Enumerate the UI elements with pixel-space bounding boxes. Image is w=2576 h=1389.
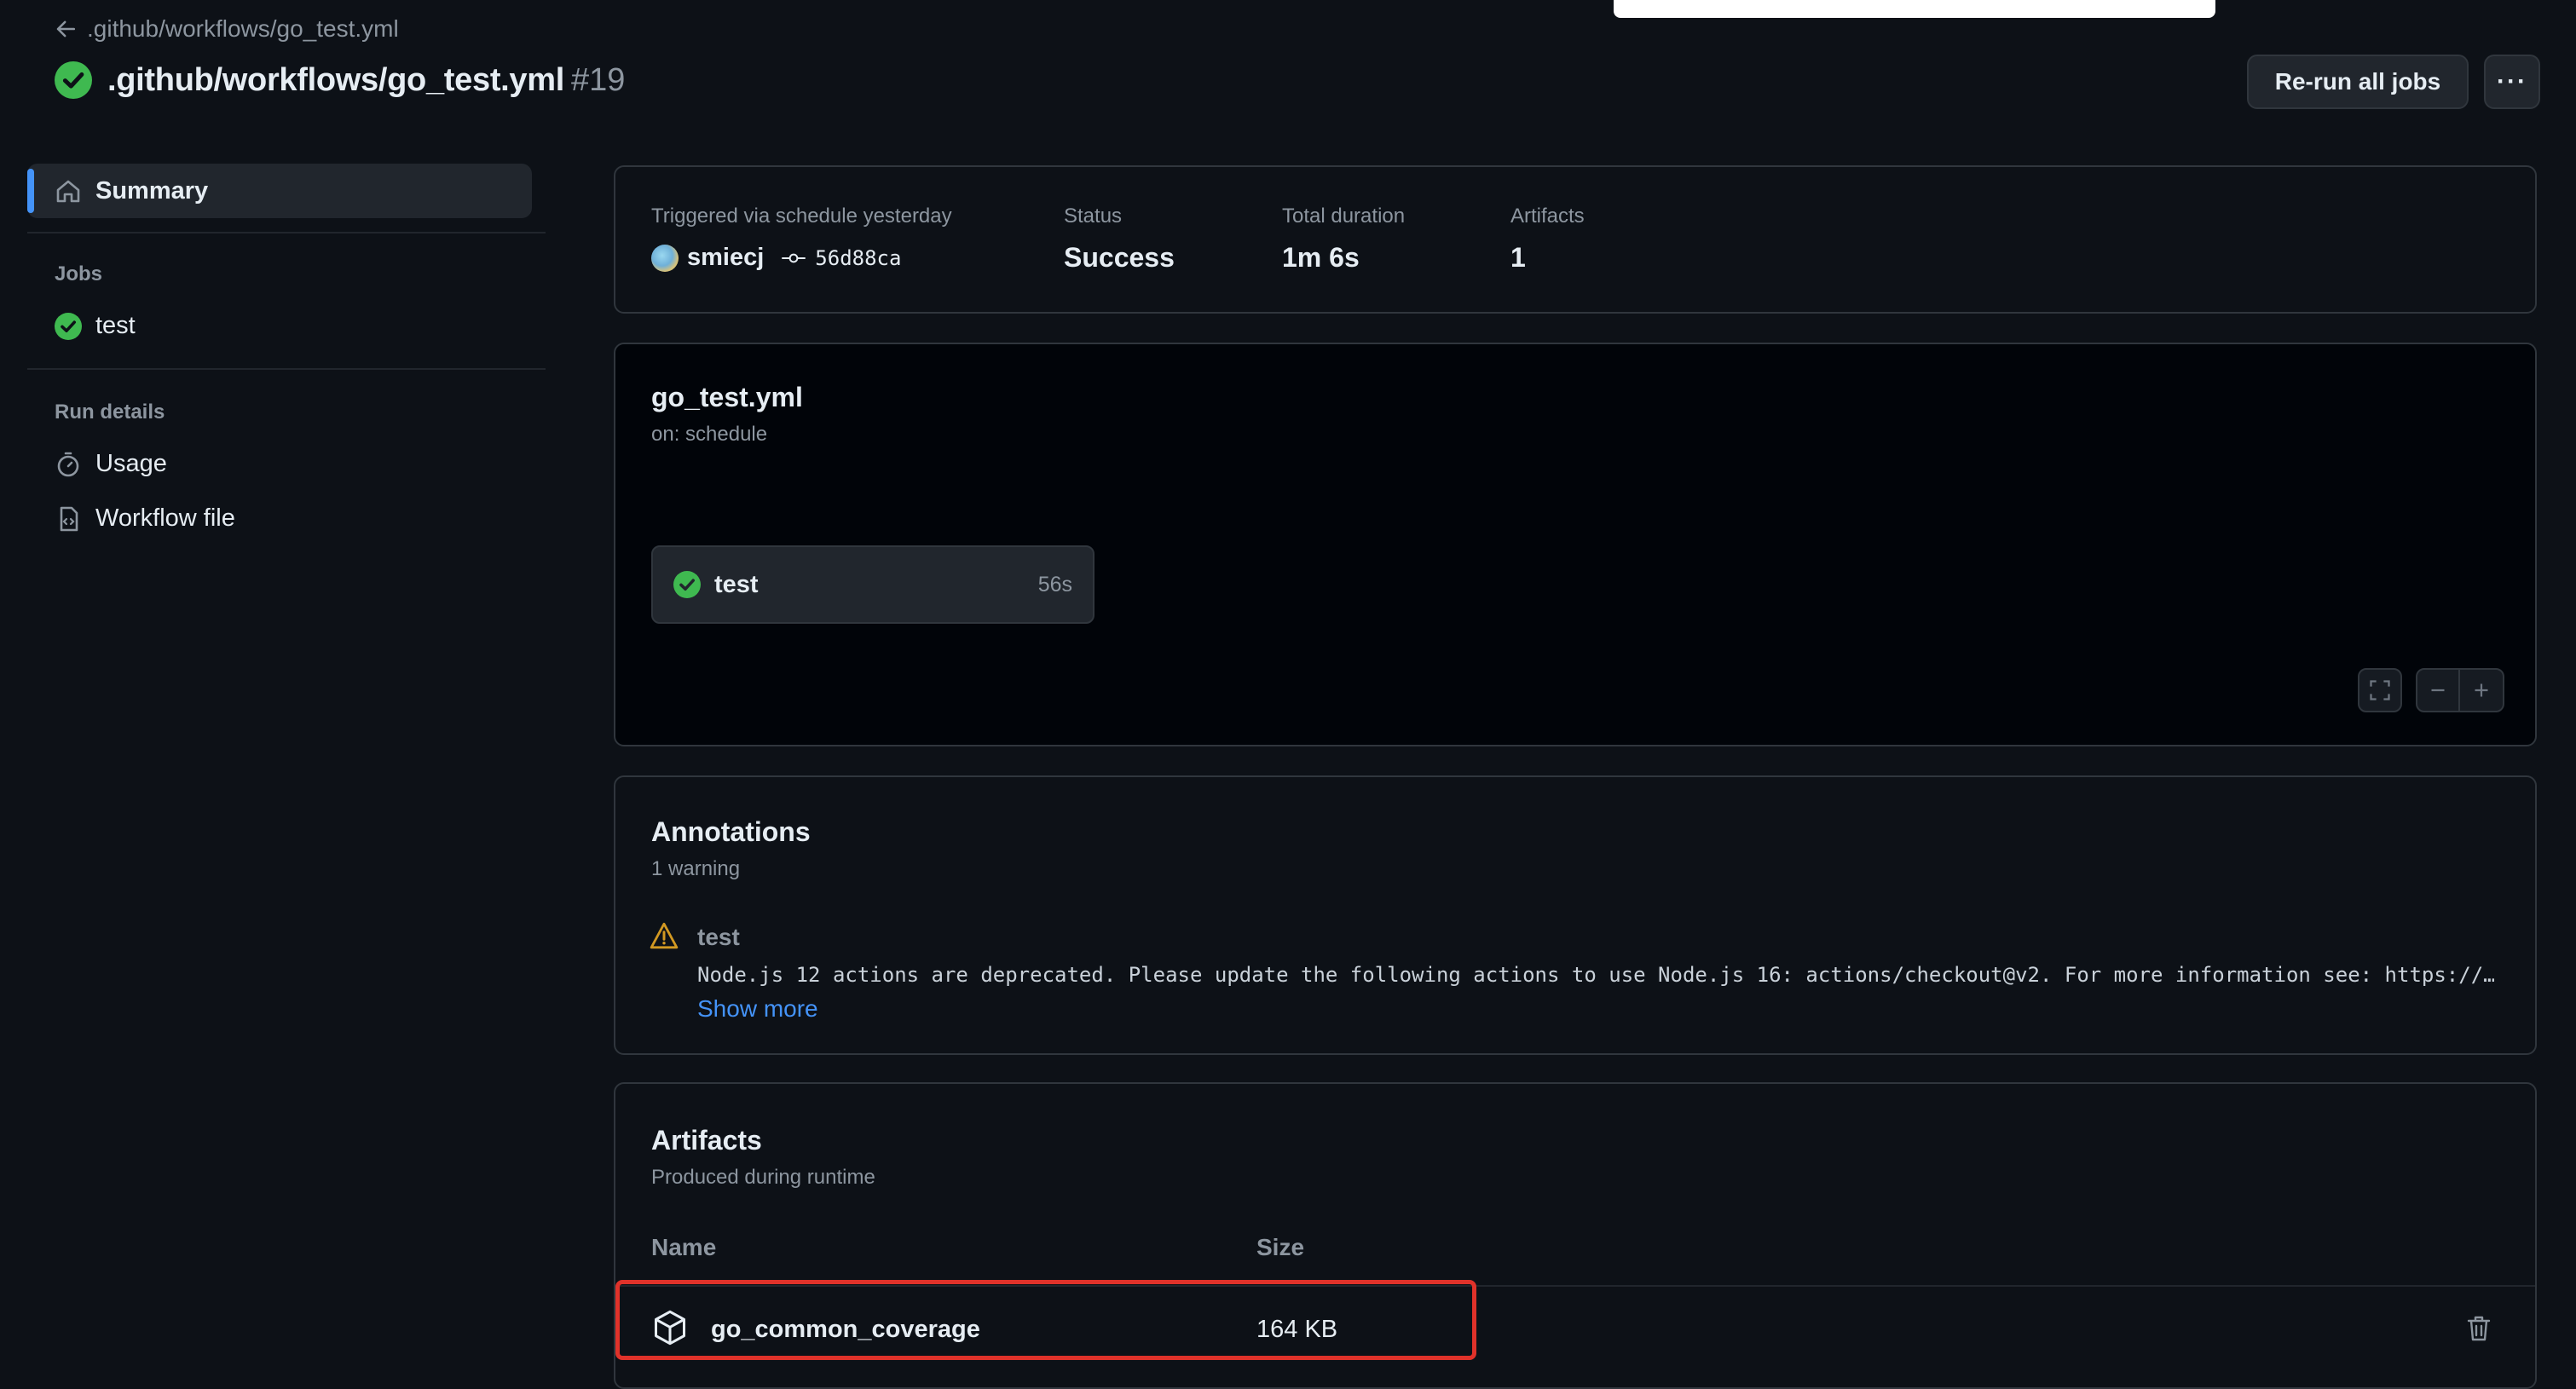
file-code-icon bbox=[60, 506, 78, 531]
plus-icon bbox=[2475, 683, 2488, 697]
warning-icon bbox=[650, 922, 679, 949]
duration-value: 1m 6s bbox=[1282, 242, 1360, 273]
annotations-count: 1 warning bbox=[651, 857, 741, 880]
kebab-icon: ··· bbox=[2497, 67, 2527, 95]
minus-icon bbox=[2431, 689, 2445, 692]
run-number: #19 bbox=[571, 61, 626, 98]
user-link[interactable]: smiecj bbox=[687, 244, 764, 272]
divider bbox=[27, 368, 546, 370]
check-circle-icon bbox=[55, 61, 92, 99]
run-summary-card: Triggered via schedule yesterday smiecj … bbox=[614, 165, 2537, 314]
check-circle-icon bbox=[55, 312, 82, 340]
status-label: Status bbox=[1064, 205, 1123, 228]
more-options-button[interactable]: ··· bbox=[2484, 55, 2540, 109]
sidebar-item-label: Usage bbox=[95, 450, 167, 477]
back-link[interactable]: .github/workflows/go_test.yml bbox=[55, 15, 399, 43]
fullscreen-button[interactable] bbox=[2358, 668, 2402, 712]
workflow-graph-card: go_test.yml on: schedule test 56s bbox=[614, 343, 2537, 746]
zoom-in-button[interactable] bbox=[2460, 670, 2503, 711]
sidebar-item-workflow-file[interactable]: Workflow file bbox=[55, 504, 235, 533]
active-indicator bbox=[27, 169, 34, 213]
zoom-out-button[interactable] bbox=[2417, 670, 2460, 711]
annotation-message: Node.js 12 actions are deprecated. Pleas… bbox=[697, 963, 2494, 987]
commit-icon bbox=[782, 253, 806, 262]
back-link-label: .github/workflows/go_test.yml bbox=[87, 15, 399, 42]
stopwatch-icon bbox=[57, 452, 79, 476]
artifacts-title: Artifacts bbox=[651, 1125, 762, 1156]
annotations-card: Annotations 1 warning test Node.js 12 ac… bbox=[614, 775, 2537, 1055]
duration-label: Total duration bbox=[1282, 205, 1406, 228]
arrow-left-icon bbox=[56, 20, 76, 37]
workflow-name: go_test.yml bbox=[651, 382, 803, 412]
job-node-test[interactable]: test 56s bbox=[651, 545, 1095, 624]
rerun-all-jobs-button[interactable]: Re-run all jobs bbox=[2247, 55, 2469, 109]
home-icon bbox=[56, 180, 80, 203]
workflow-title: .github/workflows/go_test.yml bbox=[107, 61, 565, 98]
check-circle-icon bbox=[673, 571, 701, 598]
column-header-size: Size bbox=[1256, 1234, 1305, 1260]
job-duration: 56s bbox=[1037, 572, 1072, 597]
job-name: test bbox=[714, 570, 759, 598]
artifacts-subtitle: Produced during runtime bbox=[651, 1166, 875, 1189]
avatar[interactable] bbox=[651, 244, 679, 272]
trigger-label: Triggered via schedule yesterday bbox=[651, 205, 952, 228]
sidebar-item-test[interactable]: test bbox=[55, 312, 136, 340]
artifacts-count-label: Artifacts bbox=[1510, 205, 1585, 228]
artifacts-count-value[interactable]: 1 bbox=[1510, 242, 1526, 274]
show-more-link[interactable]: Show more bbox=[697, 995, 818, 1023]
fullscreen-icon bbox=[2370, 680, 2390, 700]
sidebar-item-summary[interactable]: Summary bbox=[27, 164, 532, 218]
zoom-controls bbox=[2416, 668, 2504, 712]
commit-link[interactable]: 56d88ca bbox=[815, 246, 901, 270]
page-title: .github/workflows/go_test.yml #19 bbox=[55, 61, 625, 99]
trigger-info: smiecj 56d88ca bbox=[651, 244, 901, 272]
annotation-job[interactable]: test bbox=[697, 924, 740, 951]
sidebar-item-label: test bbox=[95, 312, 136, 339]
jobs-heading: Jobs bbox=[55, 262, 103, 285]
status-value: Success bbox=[1064, 242, 1175, 273]
overlay-popup bbox=[1614, 0, 2215, 18]
run-details-heading: Run details bbox=[55, 401, 165, 424]
sidebar-item-label: Workflow file bbox=[95, 504, 235, 532]
highlight-box bbox=[615, 1280, 1476, 1360]
workflow-trigger: on: schedule bbox=[651, 423, 768, 446]
annotations-title: Annotations bbox=[651, 816, 811, 847]
sidebar-item-label: Summary bbox=[95, 176, 209, 205]
divider bbox=[27, 232, 546, 233]
sidebar-item-usage[interactable]: Usage bbox=[55, 450, 167, 478]
column-header-name: Name bbox=[651, 1234, 717, 1260]
trash-icon[interactable] bbox=[2465, 1314, 2492, 1343]
